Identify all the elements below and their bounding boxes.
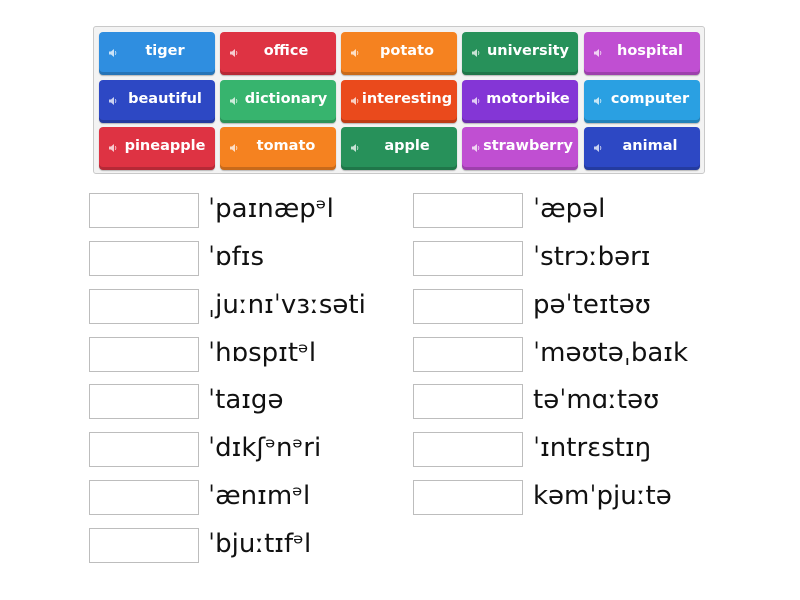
tile-label: hospital [617,43,683,59]
word-tile-strawberry[interactable]: strawberry [462,127,578,170]
drop-box-left-4[interactable] [89,337,199,372]
drop-box-right-7[interactable] [413,480,523,515]
tile-label: dictionary [244,91,328,107]
drop-box-left-2[interactable] [89,241,199,276]
drop-box-right-6[interactable] [413,432,523,467]
word-tile-university[interactable]: university [462,32,578,75]
ipa-label: ˈstrɔːbərɪ [533,242,651,272]
tile-label: university [486,43,570,59]
ipa-label: ˈməʊtəˌbaɪk [533,338,689,368]
word-tile-computer[interactable]: computer [584,80,700,123]
word-tile-office[interactable]: office [220,32,336,75]
word-tile-motorbike[interactable]: motorbike [462,80,578,123]
word-tile-tiger[interactable]: tiger [99,32,215,75]
word-tile-beautiful[interactable]: beautiful [99,80,215,123]
ipa-label: ˈænɪmᵊl [208,481,311,511]
word-tile-potato[interactable]: potato [341,32,457,75]
tile-label: computer [610,91,690,107]
ipa-label: təˈmɑːtəʊ [533,385,660,415]
word-tile-hospital[interactable]: hospital [584,32,700,75]
ipa-label: ˈbjuːtɪfᵊl [208,529,312,559]
ipa-label: ˈæpəl [533,194,606,224]
ipa-label: kəmˈpjuːtə [533,481,672,511]
tile-label: animal [622,138,678,154]
drop-box-left-7[interactable] [89,480,199,515]
ipa-label: ˈɒfɪs [208,242,265,272]
tile-label: tiger [145,43,185,59]
word-tile-tomato[interactable]: tomato [220,127,336,170]
word-tile-dictionary[interactable]: dictionary [220,80,336,123]
ipa-label: ˌjuːnɪˈvɜːsəti [208,290,366,320]
ipa-label: ˈpaɪnæpᵊl [208,194,334,224]
tile-label: pineapple [124,138,206,154]
tile-label: apple [384,138,430,154]
drop-box-left-6[interactable] [89,432,199,467]
tile-label: motorbike [486,91,570,107]
drop-box-right-2[interactable] [413,241,523,276]
tile-label: office [263,43,309,59]
ipa-label: pəˈteɪtəʊ [533,290,651,320]
drop-box-left-5[interactable] [89,384,199,419]
ipa-label: ˈhɒspɪtᵊl [208,338,317,368]
ipa-label: ˈdɪkʃᵊnᵊri [208,433,322,463]
ipa-label: ˈtaɪgə [208,385,284,415]
drop-box-right-1[interactable] [413,193,523,228]
tile-label: strawberry [483,138,573,154]
drop-box-left-8[interactable] [89,528,199,563]
tile-label: beautiful [128,91,202,107]
match-up-activity: tiger office potato university hospital … [0,0,800,600]
word-tile-apple[interactable]: apple [341,127,457,170]
word-tile-interesting[interactable]: interesting [341,80,457,123]
word-tile-pineapple[interactable]: pineapple [99,127,215,170]
tile-label: interesting [361,91,453,107]
word-tile-animal[interactable]: animal [584,127,700,170]
word-tile-board: tiger office potato university hospital … [93,26,705,174]
drop-box-left-3[interactable] [89,289,199,324]
drop-box-right-3[interactable] [413,289,523,324]
tile-label: tomato [256,138,316,154]
drop-box-left-1[interactable] [89,193,199,228]
drop-box-right-4[interactable] [413,337,523,372]
drop-box-right-5[interactable] [413,384,523,419]
ipa-label: ˈɪntrɛstɪŋ [533,433,652,463]
tile-label: potato [380,43,434,59]
